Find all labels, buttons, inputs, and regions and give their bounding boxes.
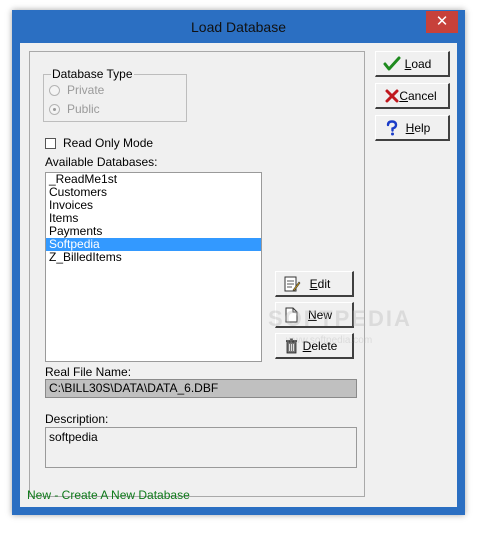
- title-bar[interactable]: Load Database ✕: [12, 10, 465, 44]
- database-type-group: Database Type Private Public: [43, 67, 187, 122]
- cancel-label-rest: ancel: [407, 88, 437, 103]
- close-button[interactable]: ✕: [426, 11, 458, 33]
- radio-public-indicator[interactable]: [49, 103, 60, 115]
- description-field[interactable]: softpedia: [45, 427, 357, 468]
- read-only-checkbox-box[interactable]: [45, 137, 56, 149]
- description-label: Description:: [45, 412, 109, 426]
- status-bar-text: New - Create A New Database: [27, 488, 190, 502]
- load-database-window: Load Database ✕ Database Type Private Pu…: [12, 10, 465, 515]
- dialog-body: Database Type Private Public Read Only M…: [20, 43, 457, 507]
- radio-private-label: Private: [67, 83, 105, 97]
- radio-public[interactable]: Public: [49, 102, 100, 116]
- help-button[interactable]: Help: [375, 115, 450, 141]
- load-label: Load: [404, 56, 432, 71]
- list-item[interactable]: Z_BilledItems: [46, 251, 261, 264]
- window-title: Load Database: [191, 19, 286, 35]
- radio-private-indicator[interactable]: [49, 84, 60, 96]
- edit-button[interactable]: Edit: [275, 271, 354, 297]
- real-file-name-field: C:\BILL30S\DATA\DATA_6.DBF: [45, 379, 357, 398]
- available-databases-label: Available Databases:: [45, 155, 158, 169]
- read-only-label: Read Only Mode: [63, 136, 154, 150]
- close-icon: ✕: [435, 13, 449, 30]
- database-type-legend: Database Type: [51, 67, 134, 81]
- radio-public-label: Public: [67, 102, 100, 116]
- cancel-button[interactable]: Cancel: [375, 83, 450, 109]
- radio-private[interactable]: Private: [49, 83, 104, 97]
- edit-label-rest: dit: [317, 276, 331, 291]
- available-databases-list[interactable]: _ReadMe1st Customers Invoices Items Payments…: [45, 172, 262, 362]
- load-button[interactable]: Load: [375, 51, 450, 77]
- softpedia-watermark: SOFTPEDIA: [268, 306, 412, 331]
- database-panel: Database Type Private Public Read Only M…: [29, 51, 410, 497]
- help-label: Help: [405, 120, 431, 135]
- help-label-rest: elp: [414, 120, 431, 135]
- load-label-rest: oad: [411, 56, 432, 71]
- list-item[interactable]: Invoices: [46, 199, 261, 212]
- softpedia-watermark-url: www.softpedia.com: [286, 335, 373, 346]
- real-file-name-label: Real File Name:: [45, 365, 132, 379]
- cancel-label: Cancel: [399, 88, 437, 103]
- edit-label: Edit: [309, 276, 331, 291]
- read-only-mode-checkbox[interactable]: Read Only Mode: [45, 136, 153, 150]
